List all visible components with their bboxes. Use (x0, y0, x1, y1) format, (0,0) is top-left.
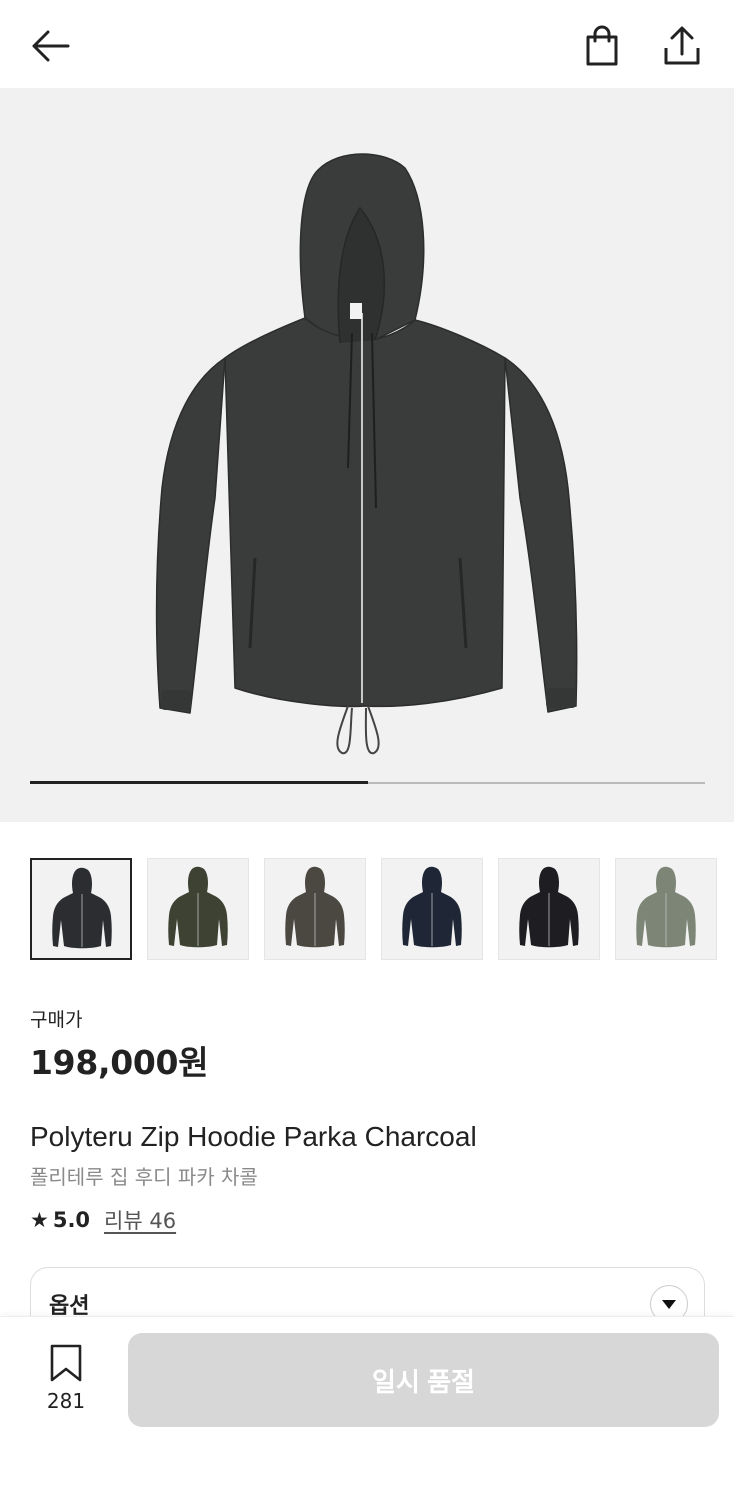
star-icon: ★ (30, 1208, 49, 1232)
thumbnail-jacket-image (168, 866, 228, 948)
product-name-english: Polyteru Zip Hoodie Parka Charcoal (30, 1121, 477, 1152)
share-upload-icon (664, 26, 700, 65)
top-navigation-bar (0, 0, 734, 88)
arrow-left-icon (32, 30, 70, 62)
bookmark-count: 281 (46, 1389, 86, 1413)
thumbnail-jacket-image (636, 866, 696, 948)
rating-score: 5.0 (52, 1208, 91, 1232)
gallery-progress-track (30, 781, 705, 784)
bottom-action-bar: 281 일시 품절 (0, 1316, 734, 1500)
sold-out-button[interactable]: 일시 품절 (128, 1333, 719, 1427)
bookmark-button[interactable]: 281 (38, 1343, 94, 1413)
thumbnail-1[interactable] (30, 858, 132, 960)
thumbnail-5[interactable] (498, 858, 600, 960)
rating-row: ★ 5.0 리뷰 46 (30, 1205, 176, 1235)
product-image-jacket (155, 153, 578, 755)
thumbnail-2[interactable] (147, 858, 249, 960)
thumbnail-3[interactable] (264, 858, 366, 960)
thumbnail-jacket-image (519, 866, 579, 948)
thumbnail-4[interactable] (381, 858, 483, 960)
thumbnail-strip[interactable] (30, 858, 734, 960)
thumbnail-jacket-image (52, 867, 112, 949)
price-label: 구매가 (30, 1009, 83, 1031)
chevron-down-icon (662, 1300, 676, 1309)
thumbnail-6[interactable] (615, 858, 717, 960)
shopping-bag-button[interactable] (578, 22, 626, 70)
share-button[interactable] (658, 22, 706, 70)
back-button[interactable] (26, 22, 74, 70)
thumbnail-jacket-image (285, 866, 345, 948)
product-image-gallery[interactable] (0, 88, 734, 822)
gallery-progress-fill (30, 781, 368, 784)
price-value: 198,000원 (30, 1043, 209, 1082)
bookmark-icon (50, 1344, 82, 1382)
product-name-korean: 폴리테루 집 후디 파카 차콜 (30, 1165, 258, 1189)
thumbnail-jacket-image (402, 866, 462, 948)
reviews-link[interactable]: 리뷰 46 (104, 1205, 176, 1235)
shopping-bag-icon (586, 25, 618, 66)
